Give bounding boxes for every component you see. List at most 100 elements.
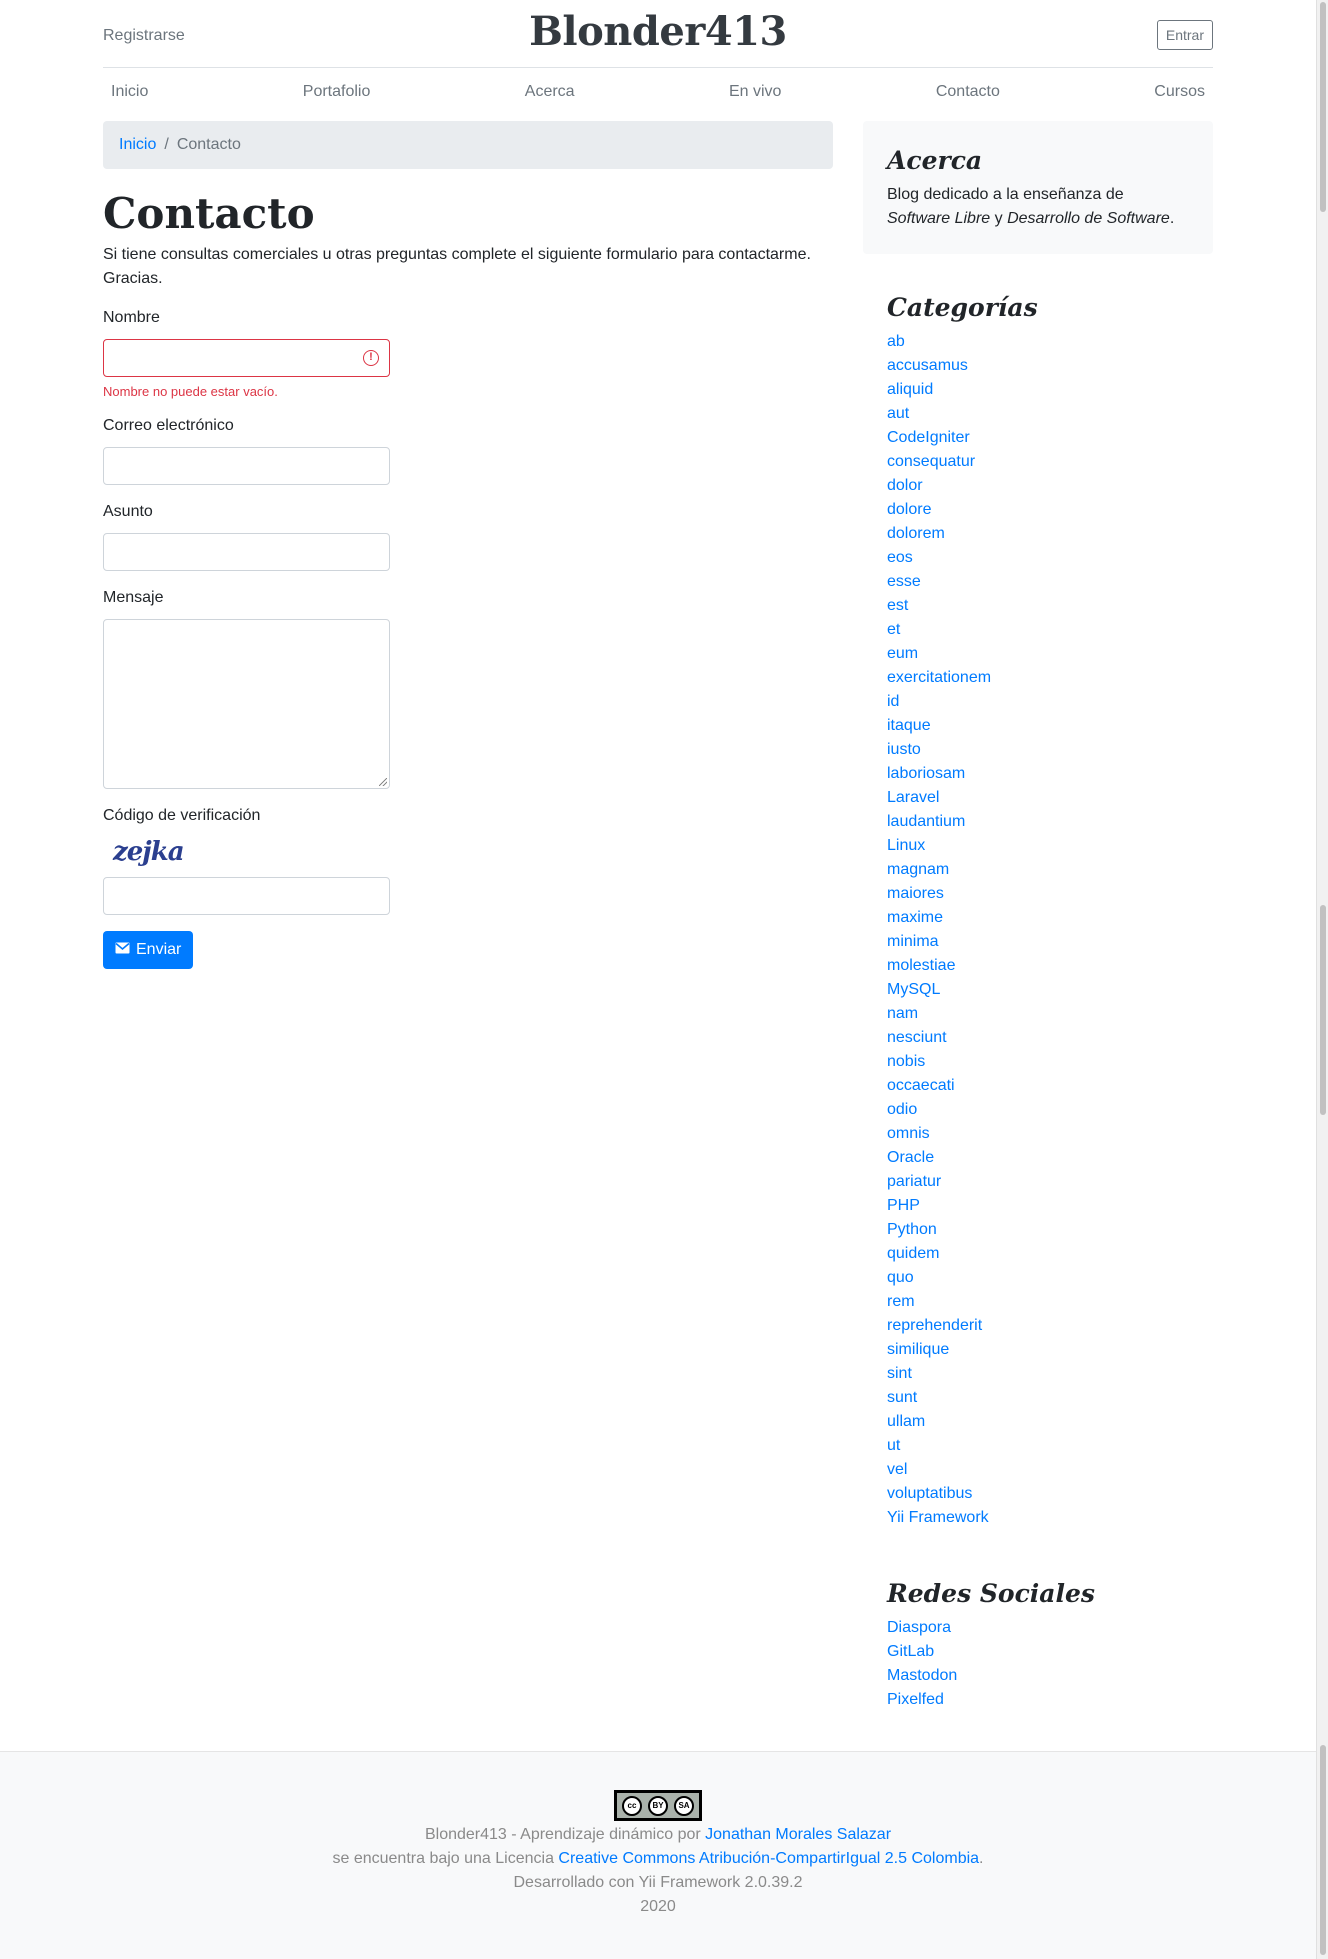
category-link[interactable]: sint [887,1362,1189,1386]
category-link[interactable]: id [887,690,1189,714]
captcha-group: Código de verificación zejka [103,805,833,915]
category-link[interactable]: occaecati [887,1074,1189,1098]
envelope-icon [115,941,130,959]
category-link[interactable]: esse [887,570,1189,594]
footer-line-3: Desarrollado con Yii Framework 2.0.39.2 [513,1874,803,1891]
category-link[interactable]: nobis [887,1050,1189,1074]
subject-label: Asunto [103,503,153,520]
category-link[interactable]: est [887,594,1189,618]
category-link[interactable]: PHP [887,1194,1189,1218]
category-link[interactable]: odio [887,1098,1189,1122]
scrollbar-thumb[interactable] [1320,2,1326,212]
category-link[interactable]: molestiae [887,954,1189,978]
scrollbar-thumb-secondary[interactable] [1320,905,1326,1115]
category-link[interactable]: MySQL [887,978,1189,1002]
category-link[interactable]: CodeIgniter [887,426,1189,450]
nav-item-portafolio[interactable]: Portafolio [295,83,379,101]
captcha-field[interactable] [103,877,390,915]
category-link[interactable]: maxime [887,906,1189,930]
nav-item-inicio[interactable]: Inicio [103,83,156,101]
category-link[interactable]: Oracle [887,1146,1189,1170]
category-link[interactable]: ullam [887,1410,1189,1434]
category-link[interactable]: omnis [887,1122,1189,1146]
nav-item-en-vivo[interactable]: En vivo [721,83,789,101]
scrollbar-thumb-tertiary[interactable] [1320,1745,1326,1955]
category-link[interactable]: vel [887,1458,1189,1482]
name-error-message: Nombre no puede estar vacío. [103,384,278,399]
breadcrumb-separator: / [164,136,169,153]
social-link[interactable]: Mastodon [887,1664,1189,1688]
social-link[interactable]: Diaspora [887,1616,1189,1640]
exclamation-circle-icon: ! [363,350,379,366]
category-link[interactable]: Yii Framework [887,1506,1189,1530]
category-link[interactable]: ab [887,330,1189,354]
category-link[interactable]: voluptatibus [887,1482,1189,1506]
category-link[interactable]: pariatur [887,1170,1189,1194]
category-link[interactable]: Laravel [887,786,1189,810]
resize-grip-icon[interactable] [379,778,387,786]
category-link[interactable]: exercitationem [887,666,1189,690]
social-section: Redes Sociales Diaspora GitLab Mastodon Pix… [863,1578,1213,1712]
category-link[interactable]: eum [887,642,1189,666]
nav-item-acerca[interactable]: Acerca [517,83,583,101]
category-link[interactable]: nesciunt [887,1026,1189,1050]
category-link[interactable]: iusto [887,738,1189,762]
category-link[interactable]: similique [887,1338,1189,1362]
by-icon: BY [648,1795,668,1816]
category-link[interactable]: magnam [887,858,1189,882]
category-link[interactable]: accusamus [887,354,1189,378]
subject-group: Asunto [103,501,833,571]
login-button[interactable]: Entrar [1156,20,1213,50]
category-link[interactable]: sunt [887,1386,1189,1410]
page-title: Contacto [103,189,315,238]
cc-by-sa-badge[interactable]: cc BY SA [614,1790,702,1821]
category-link[interactable]: Python [887,1218,1189,1242]
categories-list: ab accusamus aliquid aut CodeIgniter consequa… [887,330,1189,1530]
about-text: Blog dedicado a la enseñanza de Software… [887,186,1175,227]
category-link[interactable]: et [887,618,1189,642]
category-link[interactable]: dolor [887,474,1189,498]
email-field[interactable] [103,447,390,485]
category-link[interactable]: quo [887,1266,1189,1290]
send-button-label: Enviar [136,941,182,958]
category-link[interactable]: quidem [887,1242,1189,1266]
breadcrumb-home[interactable]: Inicio [119,136,156,154]
captcha-image[interactable]: zejka [113,837,833,869]
category-link[interactable]: reprehenderit [887,1314,1189,1338]
message-textarea[interactable] [103,619,390,789]
scrollbar[interactable] [1316,0,1328,1959]
site-brand[interactable]: Blonder413 [103,8,1213,55]
categories-title: Categorías [887,293,1038,322]
category-link[interactable]: ut [887,1434,1189,1458]
subject-field[interactable] [103,533,390,571]
email-label: Correo electrónico [103,417,234,434]
nav-item-contacto[interactable]: Contacto [928,83,1008,101]
social-link[interactable]: Pixelfed [887,1688,1189,1712]
category-link[interactable]: dolore [887,498,1189,522]
category-link[interactable]: eos [887,546,1189,570]
author-link[interactable]: Jonathan Morales Salazar [705,1826,891,1843]
category-link[interactable]: laudantium [887,810,1189,834]
email-group: Correo electrónico [103,415,833,485]
category-link[interactable]: itaque [887,714,1189,738]
category-link[interactable]: rem [887,1290,1189,1314]
category-link[interactable]: minima [887,930,1189,954]
category-link[interactable]: aut [887,402,1189,426]
social-list: Diaspora GitLab Mastodon Pixelfed [887,1616,1189,1712]
nav-item-cursos[interactable]: Cursos [1146,83,1213,101]
category-link[interactable]: Linux [887,834,1189,858]
category-link[interactable]: dolorem [887,522,1189,546]
about-title: Acerca [887,146,983,175]
site-footer: cc BY SA Blonder413 - Aprendizaje dinámi… [0,1751,1316,1959]
category-link[interactable]: nam [887,1002,1189,1026]
social-link[interactable]: GitLab [887,1640,1189,1664]
send-button[interactable]: Enviar [103,931,194,969]
category-link[interactable]: aliquid [887,378,1189,402]
social-title: Redes Sociales [887,1579,1095,1608]
category-link[interactable]: maiores [887,882,1189,906]
category-link[interactable]: consequatur [887,450,1189,474]
license-link[interactable]: Creative Commons Atribución-CompartirIgu… [558,1850,979,1867]
breadcrumb-current: Contacto [176,136,241,153]
name-field[interactable]: ! [103,339,390,377]
category-link[interactable]: laboriosam [887,762,1189,786]
